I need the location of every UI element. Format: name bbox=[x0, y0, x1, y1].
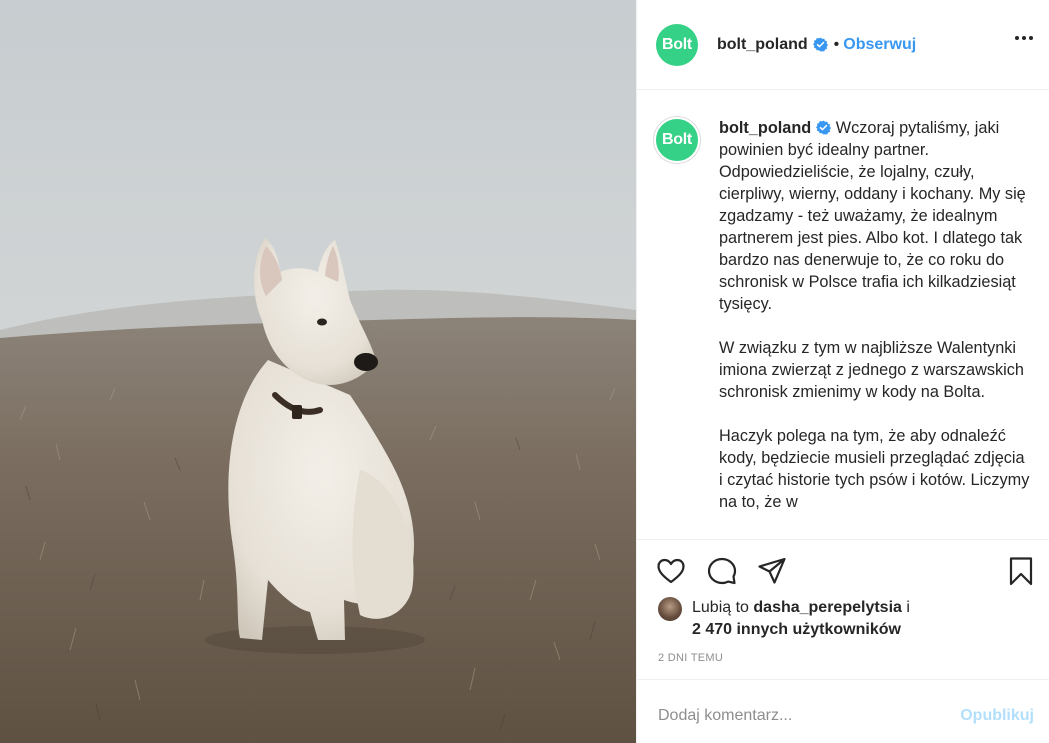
share-icon[interactable] bbox=[757, 556, 787, 586]
post-header: Bolt bolt_poland • Obserwuj bbox=[637, 0, 1049, 90]
heart-icon[interactable] bbox=[656, 556, 686, 586]
more-options-icon[interactable] bbox=[1015, 36, 1033, 40]
caption-paragraph-3: Haczyk polega na tym, że aby odnaleźć ko… bbox=[719, 427, 1030, 511]
likes-line-2: 2 470 innych użytkowników bbox=[658, 619, 1038, 641]
comment-input[interactable]: Dodaj komentarz... bbox=[658, 707, 792, 725]
post-photo[interactable] bbox=[0, 0, 636, 743]
caption-avatar[interactable]: Bolt bbox=[654, 117, 700, 163]
add-comment-bar: Dodaj komentarz... Opublikuj bbox=[637, 679, 1049, 743]
header-username[interactable]: bolt_poland bbox=[717, 36, 808, 54]
likes-line-1: Lubią to dasha_perepelytsia i bbox=[658, 597, 1038, 619]
more-dot-2 bbox=[1022, 36, 1026, 40]
post-side-panel: Bolt bolt_poland • Obserwuj Bolt bolt_po… bbox=[636, 0, 1049, 743]
bookmark-icon[interactable] bbox=[1006, 556, 1036, 586]
likes-summary: Lubią to dasha_perepelytsia i 2 470 inny… bbox=[658, 597, 1038, 641]
post-caption: Bolt bolt_poland Wczoraj pytaliśmy, jaki… bbox=[637, 91, 1049, 535]
dog-photo-illustration bbox=[0, 0, 636, 743]
caption-paragraph-2: W związku z tym w najbliższe Walentynki … bbox=[719, 339, 1024, 401]
post-time-ago[interactable]: 2 DNI TEMU bbox=[658, 652, 723, 664]
follow-button[interactable]: Obserwuj bbox=[843, 36, 916, 54]
comments-scroll-area[interactable]: Bolt bolt_poland Wczoraj pytaliśmy, jaki… bbox=[637, 91, 1049, 539]
publish-button[interactable]: Opublikuj bbox=[960, 707, 1034, 725]
comment-icon[interactable] bbox=[707, 556, 737, 586]
caption-text: bolt_poland Wczoraj pytaliśmy, jaki powi… bbox=[719, 117, 1032, 535]
caption-paragraph-1: bolt_poland Wczoraj pytaliśmy, jaki powi… bbox=[719, 117, 1032, 315]
more-dot-3 bbox=[1029, 36, 1033, 40]
caption-username[interactable]: bolt_poland bbox=[719, 119, 811, 137]
verified-badge-icon bbox=[812, 37, 828, 52]
likes-others-link[interactable]: 2 470 innych użytkowników bbox=[692, 621, 901, 638]
caption-paragraph-1-text: Wczoraj pytaliśmy, jaki powinien być ide… bbox=[719, 119, 1026, 313]
more-dot-1 bbox=[1015, 36, 1019, 40]
liker-username[interactable]: dasha_perepelytsia bbox=[753, 599, 902, 616]
bolt-poland-avatar[interactable]: Bolt bbox=[656, 23, 698, 66]
likes-conj: i bbox=[906, 599, 910, 616]
likes-prefix: Lubią to bbox=[692, 599, 749, 616]
verified-badge-icon bbox=[816, 120, 832, 135]
post-actions-bar bbox=[637, 539, 1049, 599]
liker-avatar[interactable] bbox=[658, 597, 682, 621]
separator-dot: • bbox=[833, 35, 840, 53]
